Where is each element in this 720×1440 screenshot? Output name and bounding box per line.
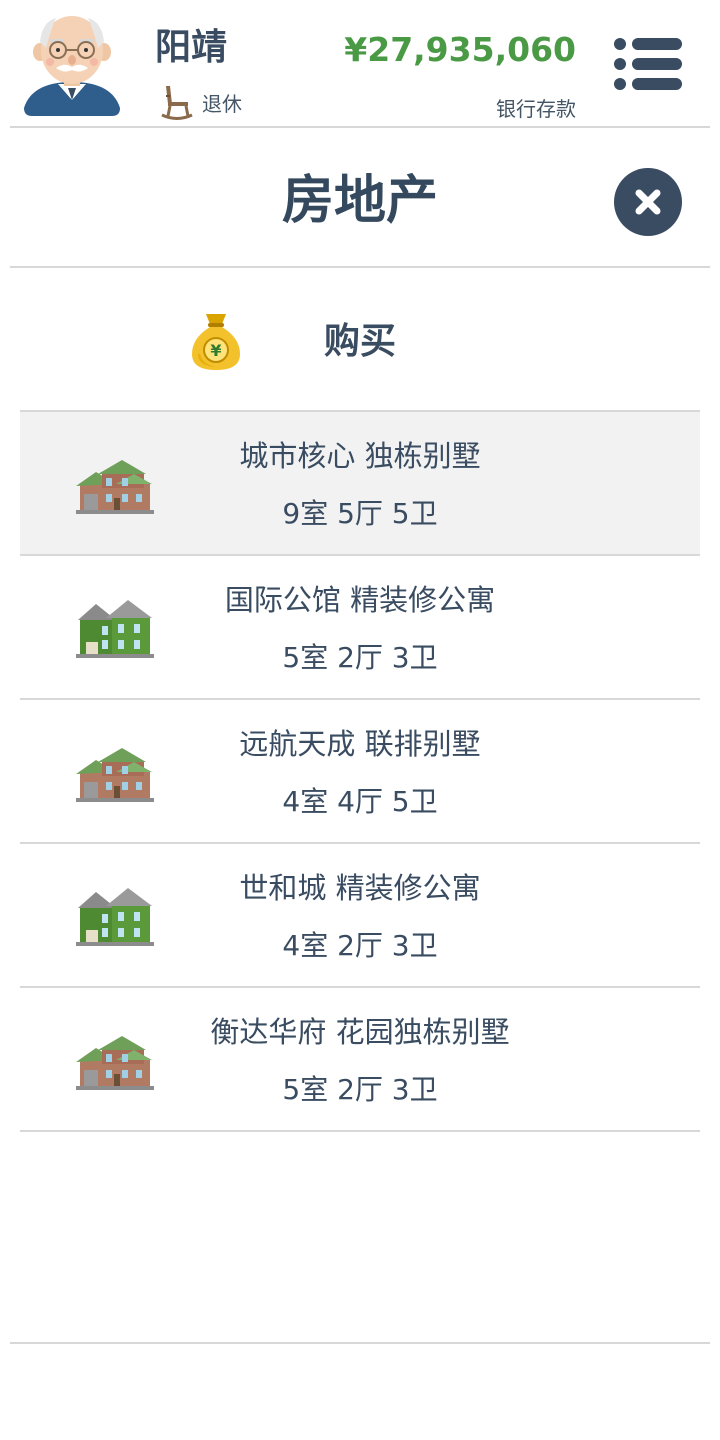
rocking-chair-icon (160, 82, 194, 122)
menu-button[interactable] (610, 34, 686, 94)
property-name: 城市核心 独栋别墅 (239, 439, 481, 473)
property-row[interactable]: 国际公馆 精装修公寓 5室 2厅 3卫 (20, 554, 700, 698)
close-icon (614, 168, 682, 236)
bottom-divider (10, 1342, 710, 1344)
property-row[interactable]: 世和城 精装修公寓 4室 2厅 3卫 (20, 842, 700, 986)
property-name: 衡达华府 花园独栋别墅 (210, 1015, 510, 1049)
player-name: 阳靖 (155, 27, 228, 68)
status-label: 退休 (202, 91, 242, 116)
property-row[interactable]: 远航天成 联排别墅 4室 4厅 5卫 (20, 698, 700, 842)
list-menu-icon (610, 34, 686, 94)
property-name: 国际公馆 精装修公寓 (224, 583, 496, 617)
property-rooms: 4室 2厅 3卫 (282, 929, 438, 962)
title-divider (10, 266, 710, 268)
buy-label: 购买 (323, 321, 396, 362)
property-name: 远航天成 联排别墅 (239, 727, 481, 761)
close-button[interactable] (614, 168, 682, 236)
property-rooms: 5室 2厅 3卫 (282, 1073, 438, 1106)
property-name: 世和城 精装修公寓 (239, 871, 481, 905)
bank-balance: ¥27,935,060 (344, 30, 576, 69)
page-title: 房地产 (281, 171, 438, 231)
property-row[interactable]: 城市核心 独栋别墅 9室 5厅 5卫 (20, 410, 700, 554)
buy-section-header: ¥ 购买 (0, 300, 720, 390)
top-bar: 阳靖 退休 ¥27,935,060 银行存款 (0, 0, 720, 127)
property-rooms: 4室 4厅 5卫 (282, 785, 438, 818)
property-list: 城市核心 独栋别墅 9室 5厅 5卫 国际公馆 精装修公寓 5室 2厅 3卫 远… (20, 410, 700, 1132)
bank-balance-label: 银行存款 (496, 97, 576, 121)
player-status: 退休 (160, 82, 242, 122)
header-divider (10, 126, 710, 128)
property-row[interactable]: 衡达华府 花园独栋别墅 5室 2厅 3卫 (20, 986, 700, 1132)
avatar[interactable] (22, 12, 122, 118)
property-rooms: 9室 5厅 5卫 (282, 497, 438, 530)
property-rooms: 5室 2厅 3卫 (282, 641, 438, 674)
